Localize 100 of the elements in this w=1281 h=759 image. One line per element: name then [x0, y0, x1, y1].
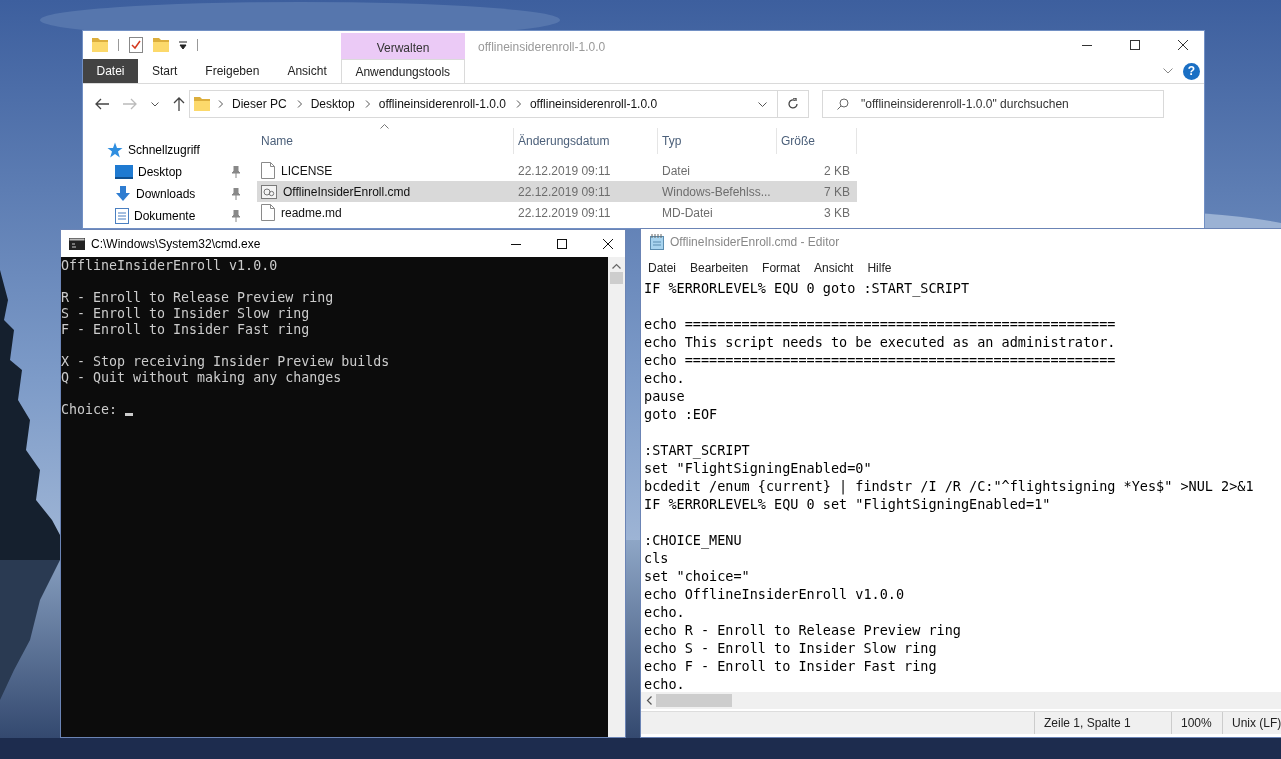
properties-icon[interactable] [129, 37, 143, 53]
code-line: goto :EOF [644, 405, 719, 423]
maximize-icon[interactable] [1130, 40, 1140, 50]
code-line: echo. [644, 675, 686, 692]
nav-item[interactable]: Downloads [83, 183, 257, 205]
column-header[interactable]: Typ [658, 128, 777, 154]
console-app-icon [69, 237, 85, 250]
nav-label: Downloads [136, 187, 197, 201]
size-cell-text: 7 KB [823, 184, 851, 199]
breadcrumb-item[interactable]: Desktop [310, 97, 355, 111]
file-menu-button[interactable]: Datei [83, 59, 138, 83]
size-cell-text: 2 KB [823, 163, 851, 178]
menu-item[interactable]: Hilfe [867, 261, 892, 275]
ribbon-tab[interactable]: Freigeben [191, 59, 274, 83]
console-line: R - Enroll to Release Preview ring [61, 290, 334, 306]
folder-icon [92, 38, 108, 52]
chevron-right-icon [296, 100, 303, 108]
column-header[interactable]: Größe [777, 128, 857, 154]
menu-item[interactable]: Ansicht [814, 261, 854, 275]
file-row[interactable]: readme.md 22.12.2019 09:11 MD-Datei 3 KB [257, 202, 857, 223]
code-line: echo OfflineInsiderEnroll v1.0.0 [644, 585, 906, 603]
nav-item[interactable]: Desktop [83, 161, 257, 183]
history-dropdown-icon[interactable] [758, 101, 767, 107]
window-title: offlineinsiderenroll-1.0.0 [477, 39, 607, 54]
nav-label: Schnellzugriff [128, 143, 201, 157]
new-folder-icon [153, 38, 169, 52]
close-icon[interactable] [603, 238, 613, 249]
breadcrumb-item[interactable]: offlineinsiderenroll-1.0.0 [378, 97, 506, 111]
type-cell-text: MD-Datei [661, 205, 714, 220]
file-row[interactable]: OfflineInsiderEnroll.cmd 22.12.2019 09:11 Windows-Befehlss... 7 KB [257, 181, 857, 202]
nav-label: Desktop [138, 165, 184, 179]
code-line: echo ===================================================== [644, 351, 1117, 369]
desktop-icon [115, 165, 133, 179]
search-icon [837, 98, 849, 110]
download-icon [115, 186, 131, 202]
dropdown-icon[interactable] [179, 40, 187, 50]
ribbon-tab[interactable]: Ansicht [273, 59, 341, 83]
folder-icon [194, 97, 210, 111]
chevron-right-icon [364, 100, 371, 108]
code-line: echo F - Enroll to Insider Fast ring [644, 657, 938, 675]
code-line: echo ===================================================== [644, 315, 1117, 333]
menu-item[interactable]: Bearbeiten [690, 261, 749, 275]
ribbon-tab[interactable]: Start [138, 59, 192, 83]
nav-item[interactable]: Dokumente [83, 205, 257, 227]
sort-caret-icon [380, 124, 389, 129]
expand-ribbon-icon[interactable] [1163, 68, 1173, 74]
close-icon[interactable] [1178, 40, 1188, 50]
document-icon [115, 208, 129, 224]
column-header[interactable]: Name [257, 128, 514, 154]
console-line: Q - Quit without making any changes [61, 370, 342, 386]
code-line: echo R - Enroll to Release Preview ring [644, 621, 962, 639]
code-line: echo S - Enroll to Insider Slow ring [644, 639, 938, 657]
code-line: echo This script needs to be executed as an administrator. [644, 333, 1117, 351]
chevron-right-icon [218, 100, 224, 108]
menu-item[interactable]: Datei [648, 261, 676, 275]
scrollbar[interactable] [608, 257, 625, 737]
nav-item[interactable]: Schnellzugriff [83, 139, 257, 161]
file-name: OfflineInsiderEnroll.cmd [283, 184, 411, 199]
script-file-icon [261, 183, 277, 200]
scroll-up-icon[interactable] [612, 263, 621, 269]
menu-item[interactable]: Format [762, 261, 801, 275]
back-icon[interactable] [95, 98, 109, 110]
file-row[interactable]: LICENSE 22.12.2019 09:11 Datei 2 KB [257, 160, 857, 181]
file-name: readme.md [281, 205, 342, 220]
scroll-thumb[interactable] [610, 272, 623, 284]
file-icon [261, 204, 275, 221]
file-icon [261, 162, 275, 179]
breadcrumb-item[interactable]: Dieser PC [232, 97, 287, 111]
column-header[interactable]: Änderungsdatum [514, 128, 658, 154]
size-cell-text: 3 KB [823, 205, 851, 220]
line-ending: Unix (LF) [1222, 712, 1281, 734]
maximize-icon[interactable] [557, 238, 567, 249]
cursor-position: Zeile 1, Spalte 1 [1034, 712, 1171, 734]
window-title: OfflineInsiderEnroll.cmd - Editor [670, 234, 840, 249]
code-line: echo. [644, 369, 686, 387]
search-placeholder: "offlineinsiderenroll-1.0.0" durchsuchen [861, 97, 1069, 111]
type-cell-text: Windows-Befehlss... [661, 184, 772, 199]
scroll-left-icon[interactable] [646, 696, 652, 705]
code-line: IF %ERRORLEVEL% EQU 0 set "FlightSigningEnabled=1" [644, 495, 1052, 513]
console-line: OfflineInsiderEnroll v1.0.0 [61, 258, 278, 274]
breadcrumb-item[interactable]: offlineinsiderenroll-1.0.0 [529, 97, 658, 111]
nav-label: Dokumente [134, 209, 197, 223]
help-button[interactable]: ? [1183, 62, 1200, 80]
code-line: IF %ERRORLEVEL% EQU 0 goto :START_SCRIPT [644, 279, 971, 297]
address-bar[interactable]: Dieser PC Desktop offlineinsiderenroll-1.0.0 offlineinsiderenroll-1.0.0 [189, 90, 809, 118]
recent-dropdown-icon[interactable] [151, 101, 159, 107]
code-line: echo. [644, 603, 686, 621]
code-line: set "FlightSigningEnabled=0" [644, 459, 873, 477]
code-line: :START_SCRIPT [644, 441, 751, 459]
date-cell-text: 22.12.2019 09:11 [517, 184, 612, 199]
console-line: X - Stop receiving Insider Preview builds [61, 354, 390, 370]
notepad-icon [650, 233, 664, 250]
horizontal-scrollbar[interactable] [641, 692, 1281, 709]
search-field[interactable]: "offlineinsiderenroll-1.0.0" durchsuchen [822, 90, 1164, 118]
code-line: set "choice=" [644, 567, 751, 585]
code-line: :CHOICE_MENU [644, 531, 743, 549]
up-icon[interactable] [173, 97, 185, 111]
code-line: pause [644, 387, 686, 405]
refresh-icon[interactable] [787, 98, 799, 110]
scroll-thumb[interactable] [656, 694, 732, 707]
